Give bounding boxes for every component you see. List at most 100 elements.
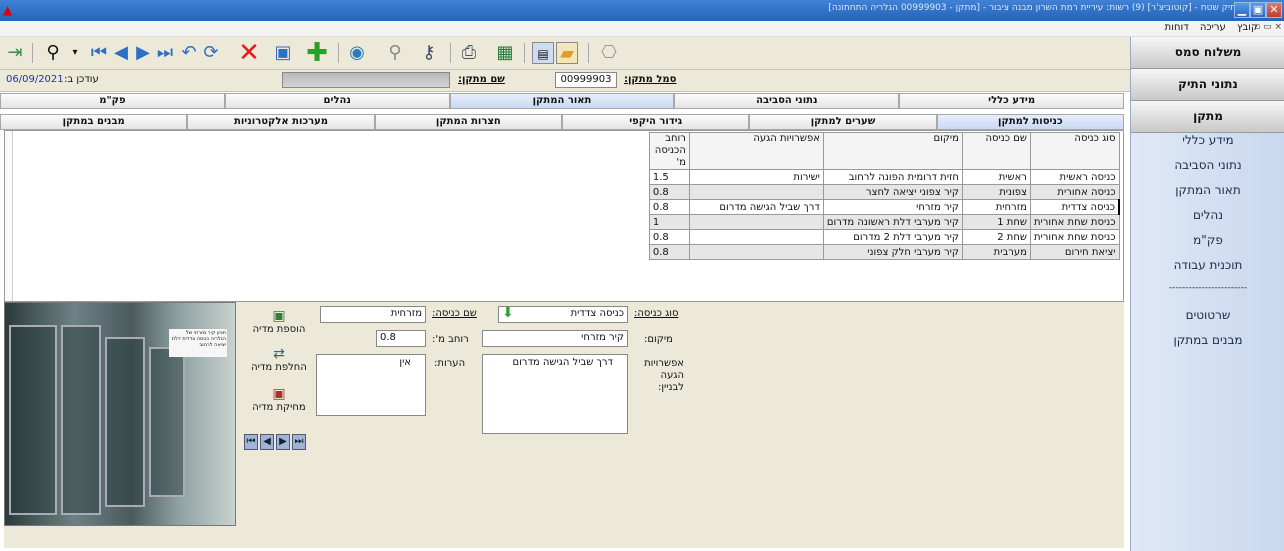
- sidebar-item-general-info[interactable]: מידע כללי: [1131, 133, 1284, 147]
- grid-cell[interactable]: מזרחית: [961, 199, 1031, 215]
- grid-cell[interactable]: כניסה צדדית: [1029, 199, 1120, 215]
- tab-command-post[interactable]: פק"מ: [0, 93, 225, 109]
- grid-cell[interactable]: ראשית: [961, 169, 1031, 185]
- grid-cell[interactable]: כניסת שחת אחורית: [1029, 214, 1120, 230]
- exit-icon[interactable]: ⇥: [4, 42, 26, 64]
- grid-cell[interactable]: יציאת חירום: [1029, 244, 1120, 260]
- grid-cell[interactable]: מערבית: [961, 244, 1031, 260]
- table-row[interactable]: כניסת שחת אחורית שחת 2 קיר מערבי דלת 2 מדר…: [648, 229, 1120, 245]
- tab-entrances[interactable]: כניסות למתקן: [936, 114, 1124, 130]
- tab-perimeter-fence[interactable]: גידור היקפי: [562, 114, 750, 130]
- folder-icon[interactable]: ▰: [556, 42, 578, 64]
- entrance-type-select[interactable]: כניסה צדדית: [498, 306, 628, 323]
- grid-cell[interactable]: כניסת שחת אחורית: [1029, 229, 1120, 245]
- sidebar-item-procedures[interactable]: נהלים: [1131, 208, 1284, 222]
- prev-icon[interactable]: ◀: [110, 42, 132, 64]
- grid-cell[interactable]: קיר מערבי דלת 2 מדרום: [822, 229, 963, 245]
- grid-header-cell[interactable]: אפשרויות הגעה: [688, 132, 824, 170]
- tab-general-info[interactable]: מידע כללי: [899, 93, 1124, 109]
- media-first-icon[interactable]: ⏮: [244, 434, 258, 450]
- delete-media-button[interactable]: ▣ מחיקת מדיה: [244, 386, 314, 413]
- width-field[interactable]: 0.8: [376, 330, 426, 347]
- sidebar-item-work-plan[interactable]: תוכנית עבודה: [1131, 258, 1284, 272]
- tab-procedures[interactable]: נהלים: [224, 93, 450, 109]
- grid-scrollbar[interactable]: [5, 131, 13, 301]
- print-icon[interactable]: ⎙: [458, 42, 480, 64]
- table-row[interactable]: יציאת חירום מערבית קיר מערבי חלק צפוני 0.8: [648, 244, 1120, 260]
- table-row[interactable]: כניסה אחורית צפונית קיר צפוני יציאה לחצר 0.…: [648, 184, 1120, 200]
- grid-cell[interactable]: קיר מזרחי: [822, 199, 963, 215]
- facility-name-field[interactable]: [282, 72, 450, 88]
- grid-cell[interactable]: 0.8: [648, 229, 690, 245]
- media-prev-icon[interactable]: ◀: [260, 434, 274, 450]
- notes-textarea[interactable]: אין: [316, 354, 426, 416]
- restore-icon[interactable]: ▣: [1250, 2, 1266, 18]
- grid-cell[interactable]: 1: [648, 214, 690, 230]
- sidebar-item-environment[interactable]: נתוני הסביבה: [1131, 158, 1284, 172]
- sidebar-item-command-post[interactable]: פק"מ: [1131, 233, 1284, 247]
- binoculars-icon[interactable]: ⚲: [42, 42, 64, 64]
- table-row[interactable]: כניסה צדדית מזרחית קיר מזרחי דרך שביל הגישה…: [648, 199, 1120, 215]
- dropdown-arrow-icon[interactable]: ▾: [64, 42, 86, 64]
- add-media-button[interactable]: ▣ הוספת מדיה: [244, 308, 314, 335]
- grid-cell[interactable]: קיר צפוני יציאה לחצר: [822, 184, 963, 200]
- sidebar-file-data[interactable]: נתוני התיק: [1131, 69, 1284, 101]
- tab-facility-description[interactable]: תאור המתקן: [449, 93, 675, 109]
- access-options-textarea[interactable]: דרך שביל הגישה מדרום: [482, 354, 628, 434]
- grid-cell[interactable]: כניסה ראשית: [1029, 169, 1120, 185]
- delete-icon[interactable]: ✕: [238, 40, 260, 66]
- minimize-icon[interactable]: ▁: [1234, 2, 1250, 18]
- grid-cell[interactable]: 0.8: [648, 184, 690, 200]
- dropdown-arrow-icon[interactable]: ⬇: [502, 305, 514, 321]
- refresh-icon[interactable]: ⟳: [200, 42, 222, 64]
- grid-header-cell[interactable]: רוחב הכניסה מ': [648, 132, 690, 170]
- sidebar-send-sms[interactable]: משלוח סמס: [1131, 37, 1284, 69]
- tab-electronic-systems[interactable]: מערכות אלקטרוניות: [187, 114, 375, 130]
- next-icon[interactable]: ▶: [132, 42, 154, 64]
- grid-cell[interactable]: דרך שביל הגישה מדרום: [688, 199, 824, 215]
- table-row[interactable]: כניסה ראשית ראשית חזית דרומית הפונה לרחוב י…: [648, 169, 1120, 185]
- tab-yards[interactable]: חצרות המתקן: [374, 114, 563, 130]
- globe-icon[interactable]: ◉: [346, 42, 368, 64]
- grid-cell[interactable]: קיר מערבי חלק צפוני: [822, 244, 963, 260]
- facility-code-field[interactable]: 00999903: [555, 72, 617, 88]
- grid-cell[interactable]: שחת 1: [961, 214, 1031, 230]
- grid-cell[interactable]: [688, 229, 824, 245]
- close-icon[interactable]: ✕: [1266, 2, 1282, 18]
- save-icon[interactable]: ▣: [272, 42, 294, 64]
- entrance-name-field[interactable]: מזרחית: [320, 306, 426, 323]
- grid-cell[interactable]: 0.8: [648, 199, 690, 215]
- grid-cell[interactable]: [688, 184, 824, 200]
- menu-edit[interactable]: עריכה: [1200, 22, 1226, 33]
- sidebar-item-facility-description[interactable]: תאור המתקן: [1131, 183, 1284, 197]
- grid-cell[interactable]: [688, 244, 824, 260]
- grid-cell[interactable]: ישירות: [688, 169, 824, 185]
- grid-header-cell[interactable]: שם כניסה: [961, 132, 1031, 170]
- first-icon[interactable]: ⏮: [88, 42, 110, 64]
- location-field[interactable]: קיר מזרחי: [482, 330, 628, 347]
- menu-reports[interactable]: דוחות: [1165, 22, 1189, 33]
- grid-cell[interactable]: [688, 214, 824, 230]
- grid-cell[interactable]: חזית דרומית הפונה לרחוב: [822, 169, 963, 185]
- search-icon[interactable]: ⚲: [384, 42, 406, 64]
- tab-gates[interactable]: שערים למתקן: [749, 114, 937, 130]
- sidebar-item-drawings[interactable]: שרטוטים: [1131, 308, 1284, 322]
- media-next-icon[interactable]: ▶: [276, 434, 290, 450]
- form-view-icon[interactable]: ▤: [532, 42, 554, 64]
- mdi-window-controls[interactable]: ▫ ▭ ×: [1254, 22, 1282, 32]
- sidebar-item-buildings[interactable]: מבנים במתקן: [1131, 333, 1284, 347]
- grid-cell[interactable]: כניסה אחורית: [1029, 184, 1120, 200]
- replace-media-button[interactable]: ⇄ החלפת מדיה: [244, 346, 314, 373]
- media-last-icon[interactable]: ⏭: [292, 434, 306, 450]
- tab-buildings[interactable]: מבנים במתקן: [0, 114, 188, 130]
- grid-cell[interactable]: שחת 2: [961, 229, 1031, 245]
- last-icon[interactable]: ⏭: [154, 42, 176, 64]
- key-icon[interactable]: ⚷: [418, 42, 440, 64]
- grid-cell[interactable]: 0.8: [648, 244, 690, 260]
- tab-environment[interactable]: נתוני הסביבה: [674, 93, 900, 109]
- camera-icon[interactable]: ⎔: [598, 42, 620, 64]
- add-icon[interactable]: ✚: [306, 40, 328, 66]
- grid-cell[interactable]: צפונית: [961, 184, 1031, 200]
- sidebar-facility[interactable]: מתקן: [1131, 101, 1284, 133]
- excel-icon[interactable]: ▦: [494, 42, 516, 64]
